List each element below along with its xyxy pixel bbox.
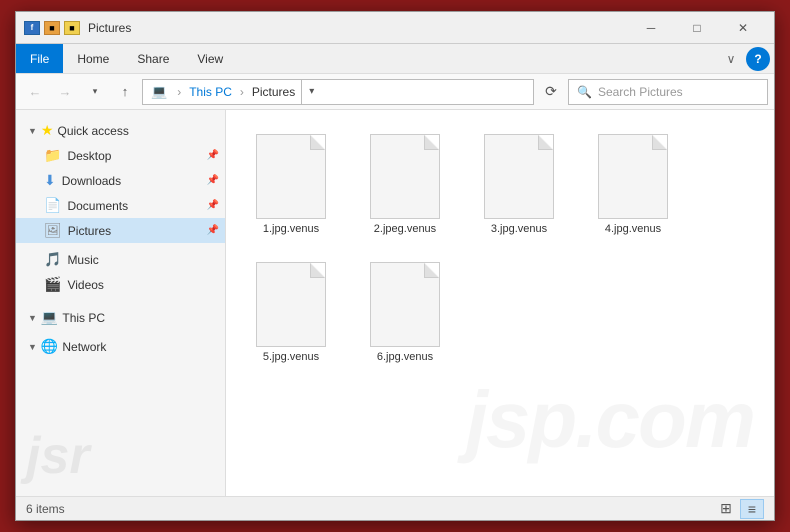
file-name-1: 1.jpg.venus <box>263 223 319 235</box>
this-pc-label: This PC <box>62 311 105 325</box>
network-header[interactable]: ▼ 🌐 Network <box>16 334 225 359</box>
address-sep1: › <box>175 85 183 99</box>
window-title: Pictures <box>88 21 628 35</box>
network-chevron: ▼ <box>28 342 37 352</box>
file-icon-1 <box>251 129 331 219</box>
app-icon-orange: ■ <box>44 21 60 35</box>
search-icon: 🔍 <box>577 85 592 99</box>
file-name-5: 5.jpg.venus <box>263 351 319 363</box>
refresh-button[interactable]: ⟳ <box>538 79 564 105</box>
network-label: Network <box>62 340 106 354</box>
address-thispc-label: This PC <box>183 85 238 99</box>
quick-access-chevron: ▼ <box>28 126 37 136</box>
desktop-folder-icon: 📁 <box>44 147 61 164</box>
quick-access-star-icon: ★ <box>41 122 54 139</box>
file-name-3: 3.jpg.venus <box>491 223 547 235</box>
downloads-label: Downloads <box>62 174 121 188</box>
documents-folder-icon: 📄 <box>44 197 61 214</box>
window-controls: ─ □ ✕ <box>628 12 766 44</box>
files-grid: 1.jpg.venus 2.jpeg.venus 3.jpg.venus <box>236 120 764 372</box>
file-name-6: 6.jpg.venus <box>377 351 433 363</box>
menu-home[interactable]: Home <box>63 44 123 73</box>
network-icon: 🌐 <box>41 338 58 355</box>
downloads-folder-icon: ⬇ <box>44 172 56 189</box>
files-area: jsp.com 1.jpg.venus 2.jpeg.venus <box>226 110 774 496</box>
titlebar: f ■ ■ Pictures ─ □ ✕ <box>16 12 774 44</box>
sidebar-item-downloads[interactable]: ⬇ Downloads 📌 <box>16 168 225 193</box>
pictures-folder-icon: 🖼 <box>44 222 62 239</box>
file-item-1[interactable]: 1.jpg.venus <box>236 120 346 244</box>
file-icon-6 <box>365 257 445 347</box>
forward-button[interactable]: → <box>52 79 78 105</box>
sidebar-item-desktop[interactable]: 📁 Desktop 📌 <box>16 143 225 168</box>
file-item-2[interactable]: 2.jpeg.venus <box>350 120 460 244</box>
downloads-pin-icon: 📌 <box>207 175 219 186</box>
pictures-pin-icon: 📌 <box>207 225 219 236</box>
search-box[interactable]: 🔍 Search Pictures <box>568 79 768 105</box>
quick-access-header[interactable]: ▼ ★ Quick access <box>16 118 225 143</box>
menu-share[interactable]: Share <box>123 44 183 73</box>
file-explorer-window: f ■ ■ Pictures ─ □ ✕ File Home Share Vie… <box>15 11 775 521</box>
menu-view[interactable]: View <box>183 44 237 73</box>
sidebar-watermark: jsr <box>26 426 90 486</box>
documents-pin-icon: 📌 <box>207 200 219 211</box>
this-pc-header[interactable]: ▼ 💻 This PC <box>16 305 225 330</box>
maximize-button[interactable]: □ <box>674 12 720 44</box>
file-item-4[interactable]: 4.jpg.venus <box>578 120 688 244</box>
music-icon: 🎵 <box>44 251 61 268</box>
quick-access-label: Quick access <box>57 124 128 138</box>
item-count: 6 items <box>26 502 65 516</box>
statusbar: 6 items ⊞ ≡ <box>16 496 774 520</box>
view-list-button[interactable]: ≡ <box>740 499 764 519</box>
sidebar-item-videos[interactable]: 🎬 Videos <box>16 272 225 297</box>
music-label: Music <box>67 253 98 267</box>
address-pictures-label: Pictures <box>246 85 301 99</box>
view-icons-button[interactable]: ⊞ <box>714 499 738 519</box>
files-watermark: jsp.com <box>466 374 754 466</box>
file-item-5[interactable]: 5.jpg.venus <box>236 248 346 372</box>
minimize-button[interactable]: ─ <box>628 12 674 44</box>
desktop-pin-icon: 📌 <box>207 150 219 161</box>
app-icon-blue: f <box>24 21 40 35</box>
sidebar: jsr ▼ ★ Quick access 📁 Desktop 📌 ⬇ Downl… <box>16 110 226 496</box>
up-button[interactable]: ↑ <box>112 79 138 105</box>
search-placeholder: Search Pictures <box>598 85 683 99</box>
sidebar-item-pictures[interactable]: 🖼 Pictures 📌 <box>16 218 225 243</box>
file-icon-5 <box>251 257 331 347</box>
documents-label: Documents <box>67 199 128 213</box>
titlebar-app-icons: f ■ ■ <box>24 21 80 35</box>
close-button[interactable]: ✕ <box>720 12 766 44</box>
file-icon-4 <box>593 129 673 219</box>
content-area: jsr ▼ ★ Quick access 📁 Desktop 📌 ⬇ Downl… <box>16 110 774 496</box>
help-button[interactable]: ? <box>746 47 770 71</box>
address-dropdown-icon[interactable]: ▾ <box>301 79 321 105</box>
pictures-label: Pictures <box>68 224 111 238</box>
menubar: File Home Share View ∨ ? <box>16 44 774 74</box>
file-item-3[interactable]: 3.jpg.venus <box>464 120 574 244</box>
menu-expand-icon[interactable]: ∨ <box>716 44 746 73</box>
address-sep2: › <box>238 85 246 99</box>
app-icon-yellow: ■ <box>64 21 80 35</box>
addressbar: ← → ▾ ↑ 💻 › This PC › Pictures ▾ ⟳ 🔍 Sea… <box>16 74 774 110</box>
videos-label: Videos <box>67 278 103 292</box>
quick-access-section: ▼ ★ Quick access 📁 Desktop 📌 ⬇ Downloads… <box>16 118 225 243</box>
this-pc-icon: 💻 <box>41 309 58 326</box>
file-name-2: 2.jpeg.venus <box>374 223 436 235</box>
view-controls: ⊞ ≡ <box>714 499 764 519</box>
file-item-6[interactable]: 6.jpg.venus <box>350 248 460 372</box>
menu-file[interactable]: File <box>16 44 63 73</box>
file-icon-3 <box>479 129 559 219</box>
back-button[interactable]: ← <box>22 79 48 105</box>
address-thispc-icon: 💻 <box>143 84 175 100</box>
file-icon-2 <box>365 129 445 219</box>
this-pc-chevron: ▼ <box>28 313 37 323</box>
sidebar-item-music[interactable]: 🎵 Music <box>16 247 225 272</box>
file-name-4: 4.jpg.venus <box>605 223 661 235</box>
sidebar-item-documents[interactable]: 📄 Documents 📌 <box>16 193 225 218</box>
videos-icon: 🎬 <box>44 276 61 293</box>
desktop-label: Desktop <box>67 149 111 163</box>
dropdown-button[interactable]: ▾ <box>82 79 108 105</box>
address-box[interactable]: 💻 › This PC › Pictures ▾ <box>142 79 534 105</box>
